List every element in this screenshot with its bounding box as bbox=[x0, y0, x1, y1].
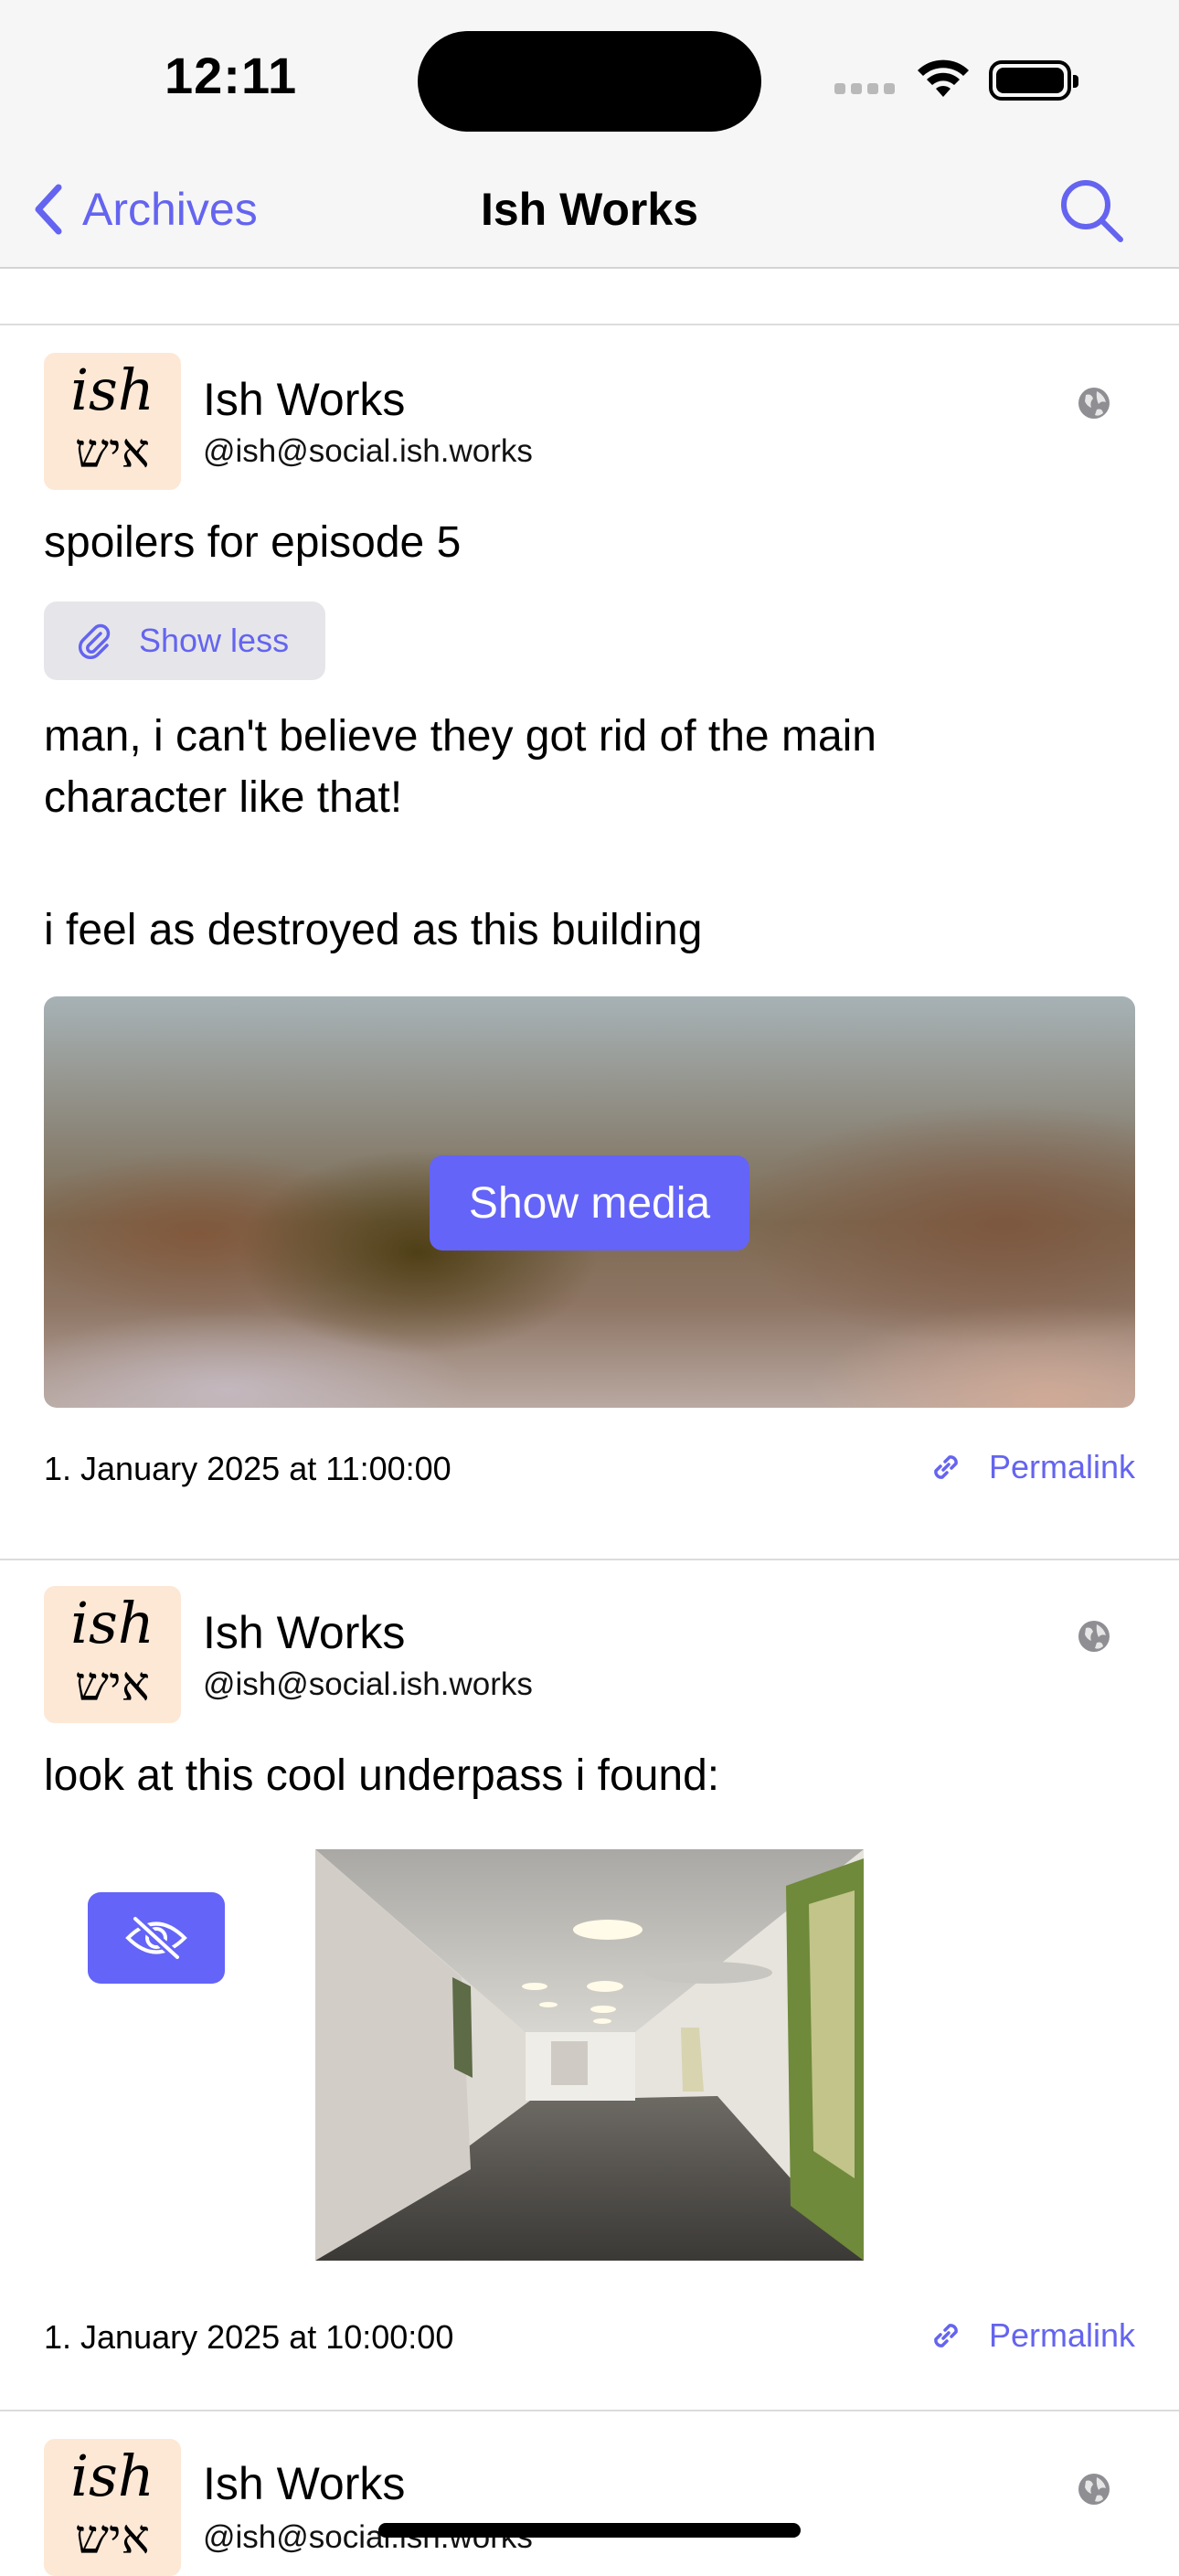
post-date: 1. January 2025 at 11:00:00 bbox=[44, 1450, 451, 1487]
page-title: Ish Works bbox=[480, 184, 699, 235]
show-media-button[interactable]: Show media bbox=[430, 1155, 749, 1251]
author-name[interactable]: Ish Works bbox=[203, 373, 405, 426]
hide-media-button[interactable] bbox=[88, 1892, 225, 1984]
divider bbox=[0, 1559, 1179, 1560]
permalink-button[interactable]: Permalink bbox=[927, 1448, 1135, 1486]
divider bbox=[0, 2410, 1179, 2411]
wifi-icon bbox=[918, 59, 969, 97]
link-icon bbox=[934, 1455, 958, 1479]
globe-icon bbox=[1078, 2474, 1110, 2505]
author-handle: @ish@social.ish.works bbox=[203, 1666, 533, 1702]
navigation-bar: Archives Ish Works bbox=[0, 155, 1179, 269]
globe-icon bbox=[1078, 1621, 1110, 1652]
underpass-photo bbox=[315, 1849, 864, 2261]
status-time: 12:11 bbox=[165, 47, 298, 104]
search-icon[interactable] bbox=[1057, 176, 1126, 245]
content-warning: spoilers for episode 5 bbox=[44, 518, 462, 567]
permalink-label: Permalink bbox=[988, 1448, 1135, 1485]
home-indicator[interactable] bbox=[378, 2523, 801, 2538]
permalink-label: Permalink bbox=[988, 2316, 1135, 2354]
author-name[interactable]: Ish Works bbox=[203, 1606, 405, 1659]
post-text: look at this cool underpass i found: bbox=[44, 1751, 720, 1800]
show-less-label: Show less bbox=[139, 622, 290, 659]
dynamic-island bbox=[418, 31, 761, 132]
battery-icon bbox=[989, 60, 1078, 101]
post-image[interactable] bbox=[315, 1849, 864, 2261]
avatar[interactable]: ish איש bbox=[44, 1586, 181, 1723]
show-less-button[interactable]: Show less bbox=[44, 601, 325, 680]
post-text: man, i can't believe they got rid of the… bbox=[44, 712, 876, 954]
eye-slash-icon bbox=[125, 1915, 187, 1961]
link-icon bbox=[934, 2324, 958, 2347]
post-date: 1. January 2025 at 10:00:00 bbox=[44, 2318, 454, 2356]
author-name[interactable]: Ish Works bbox=[203, 2457, 405, 2510]
status-bar: 12:11 bbox=[0, 0, 1179, 155]
divider bbox=[0, 324, 1179, 325]
paperclip-icon bbox=[78, 623, 111, 659]
author-handle: @ish@social.ish.works bbox=[203, 433, 533, 469]
avatar[interactable]: ish איש bbox=[44, 353, 181, 490]
globe-icon bbox=[1078, 388, 1110, 419]
permalink-button[interactable]: Permalink bbox=[927, 2316, 1135, 2355]
cellular-signal-icon bbox=[834, 82, 900, 99]
